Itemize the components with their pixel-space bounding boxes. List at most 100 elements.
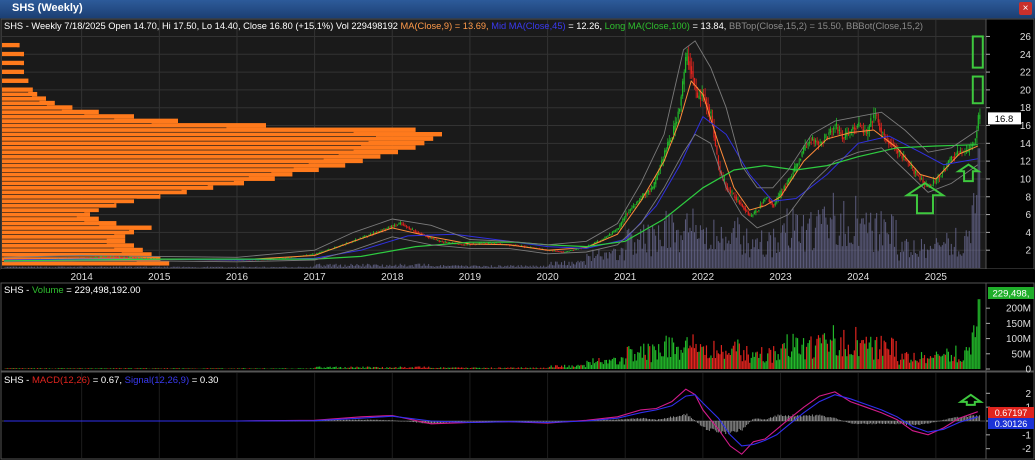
volume-overlay-bar xyxy=(637,239,639,268)
chart-canvas[interactable]: 2468101214161820222426 2014 2015 2016 2017 2… xyxy=(0,0,1035,460)
volume-bar xyxy=(903,359,905,369)
volume-bar xyxy=(644,354,646,369)
volume-bar xyxy=(826,343,829,369)
volume-overlay-bar xyxy=(788,245,790,268)
volume-bar xyxy=(641,357,643,369)
volume-overlay-bar xyxy=(950,243,952,268)
volume-overlay-bar xyxy=(820,223,822,268)
volume-bar xyxy=(961,361,963,369)
volume-overlay-bar xyxy=(118,266,121,268)
candle-body xyxy=(837,127,839,134)
macd-hist-bar xyxy=(411,421,413,422)
macd-hist-bar xyxy=(755,418,757,421)
volume-profile-bar xyxy=(2,140,425,146)
volume-bar xyxy=(710,355,712,369)
volume-bar xyxy=(428,366,430,369)
volume-overlay-bar xyxy=(726,243,728,268)
macd-hist-bar xyxy=(665,418,667,421)
time-tick-label: 2016 xyxy=(226,272,249,283)
volume-bar xyxy=(534,368,536,369)
volume-overlay-bar xyxy=(426,265,428,268)
volume-overlay-bar xyxy=(708,248,710,268)
macd-hist-bar xyxy=(952,417,954,421)
volume-bar xyxy=(244,368,246,369)
volume-overlay-bar xyxy=(640,229,642,268)
volume-overlay-bar xyxy=(962,253,964,268)
volume-overlay-bar xyxy=(449,266,451,268)
candle-body xyxy=(768,199,770,202)
candle-body xyxy=(320,251,322,253)
candle-body xyxy=(790,176,793,177)
volume-bar xyxy=(101,368,103,369)
volume-overlay-bar xyxy=(431,266,433,268)
volume-bar xyxy=(684,340,687,369)
volume-bar xyxy=(12,368,15,369)
volume-bar xyxy=(923,355,926,369)
volume-overlay-bar xyxy=(172,266,174,268)
volume-overlay-bar xyxy=(130,266,132,268)
volume-overlay-bar xyxy=(192,267,194,268)
volume-overlay-bar xyxy=(879,234,881,268)
volume-overlay-bar xyxy=(595,255,597,268)
volume-bar xyxy=(569,367,572,369)
macd-hist-bar xyxy=(916,421,918,425)
volume-bar xyxy=(469,368,472,369)
volume-bar xyxy=(949,361,951,369)
volume-overlay-bar xyxy=(952,254,954,268)
volume-bar xyxy=(214,368,216,369)
time-tick-label: 2018 xyxy=(381,272,404,283)
volume-overlay-bar xyxy=(888,234,890,268)
volume-overlay-bar xyxy=(782,225,784,268)
macd-hist-bar xyxy=(868,421,870,425)
volume-bar xyxy=(744,360,746,369)
candle-body xyxy=(631,207,633,210)
volume-overlay-bar xyxy=(792,207,794,268)
macd-hist-bar xyxy=(880,421,882,424)
macd-hist-bar xyxy=(825,417,827,421)
volume-overlay-bar xyxy=(592,249,594,268)
volume-overlay-bar xyxy=(804,251,806,268)
candle-body xyxy=(566,251,569,253)
volume-overlay-bar xyxy=(705,227,707,268)
volume-bar xyxy=(401,367,403,369)
volume-overlay-bar xyxy=(6,266,9,268)
volume-bar xyxy=(707,358,709,369)
candle-body xyxy=(920,177,923,180)
candle-body xyxy=(561,251,563,253)
volume-overlay-bar xyxy=(102,267,104,268)
volume-bar xyxy=(796,338,799,369)
volume-overlay-bar xyxy=(722,238,724,268)
candle-body xyxy=(649,191,651,193)
volume-bar xyxy=(580,364,582,369)
volume-overlay-bar xyxy=(553,265,555,268)
price-legend-part-1: MA(Close,9) = 13.69, xyxy=(401,21,492,31)
volume-overlay-bar xyxy=(687,232,690,268)
volume-overlay-bar xyxy=(877,251,879,268)
volume-bar xyxy=(9,368,12,369)
volume-bar xyxy=(944,354,947,369)
volume-bar xyxy=(95,368,97,369)
volume-overlay-bar xyxy=(160,267,162,268)
macd-hist-bar xyxy=(693,420,695,421)
candle-body xyxy=(934,181,936,183)
candle-body xyxy=(871,121,873,123)
volume-overlay-bar xyxy=(342,266,345,268)
volume-bar xyxy=(855,326,857,369)
candle-body xyxy=(847,134,849,136)
volume-overlay-bar xyxy=(459,266,461,268)
volume-bar xyxy=(78,368,80,369)
candle-body xyxy=(441,241,443,243)
volume-bar xyxy=(920,352,923,369)
volume-overlay-bar xyxy=(932,248,934,268)
macd-hist-bar xyxy=(773,416,774,421)
candle-body xyxy=(449,242,451,243)
volume-bar xyxy=(465,367,467,369)
volume-overlay-bar xyxy=(422,265,424,268)
volume-overlay-bar xyxy=(86,267,88,268)
macd-hist-bar xyxy=(867,421,869,425)
volume-overlay-bar xyxy=(299,266,301,268)
macd-hist-bar xyxy=(850,421,852,424)
volume-overlay-bar xyxy=(487,266,489,268)
macd-hist-bar xyxy=(652,419,654,421)
volume-overlay-bar xyxy=(44,266,46,268)
